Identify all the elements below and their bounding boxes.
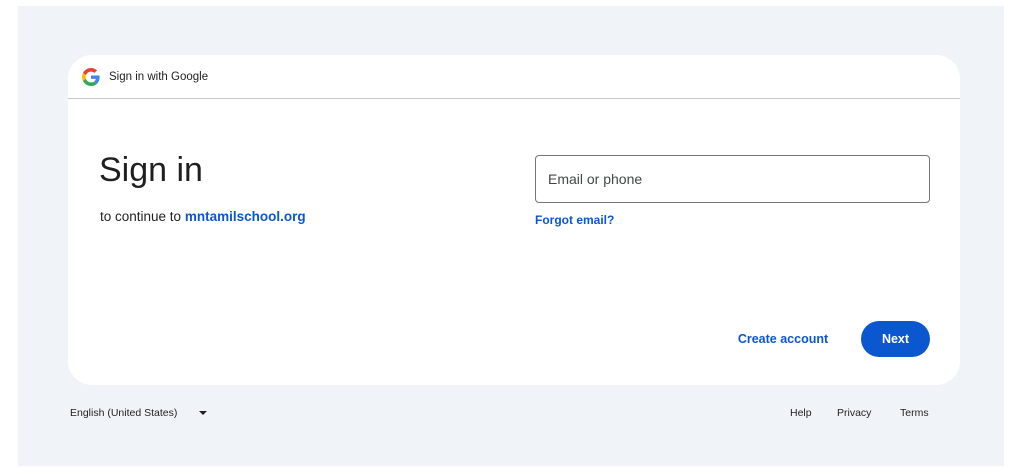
email-field[interactable] xyxy=(535,155,930,203)
continue-text: to continue to mntamilschool.org xyxy=(100,207,306,227)
caret-down-icon xyxy=(199,411,208,415)
sign-in-card: Sign in with Google Sign in to continue … xyxy=(68,55,960,385)
next-button[interactable]: Next xyxy=(861,321,930,357)
footer-link-terms-wrap: Terms xyxy=(900,401,929,425)
email-input[interactable] xyxy=(548,156,918,202)
site-link[interactable]: mntamilschool.org xyxy=(185,209,306,224)
language-label: English (United States) xyxy=(70,407,178,419)
create-account-button[interactable]: Create account xyxy=(728,322,838,356)
footer-link-privacy-wrap: Privacy xyxy=(837,401,871,425)
page-background: Sign in with Google Sign in to continue … xyxy=(18,6,1004,466)
footer-link-terms[interactable]: Terms xyxy=(900,407,929,419)
card-header: Sign in with Google xyxy=(68,55,960,99)
footer-link-help-wrap: Help xyxy=(790,401,812,425)
language-selector[interactable]: English (United States) xyxy=(70,401,208,425)
page-title: Sign in xyxy=(99,151,203,189)
forgot-email-link[interactable]: Forgot email? xyxy=(535,212,614,228)
header-title: Sign in with Google xyxy=(109,71,209,83)
google-g-icon xyxy=(82,68,100,86)
continue-prefix: to continue to xyxy=(100,209,182,224)
footer-link-privacy[interactable]: Privacy xyxy=(837,407,871,419)
footer-link-help[interactable]: Help xyxy=(790,407,812,419)
